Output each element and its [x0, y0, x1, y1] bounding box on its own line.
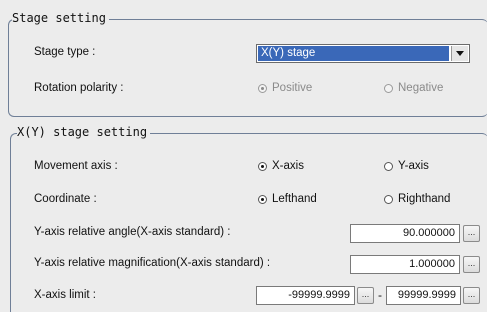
- stage-setting-group: [8, 19, 487, 117]
- y-angle-input[interactable]: 90.000000: [350, 224, 460, 243]
- coordinate-left-radio[interactable]: Lefthand: [258, 193, 317, 205]
- x-limit-max-input[interactable]: 99999.9999: [386, 286, 461, 305]
- movement-x-radio[interactable]: X-axis: [258, 160, 304, 172]
- x-limit-min-input[interactable]: -99999.9999: [256, 286, 355, 305]
- radio-selected-icon: [258, 194, 267, 204]
- stage-type-value: X(Y) stage: [258, 46, 449, 61]
- stage-setting-title: Stage setting: [12, 11, 109, 25]
- y-magnification-ellipsis-button[interactable]: ...: [463, 256, 480, 273]
- y-angle-ellipsis-button[interactable]: ...: [463, 225, 480, 242]
- coordinate-right-radio[interactable]: Righthand: [384, 193, 450, 205]
- x-limit-min-ellipsis-button[interactable]: ...: [357, 287, 374, 304]
- rotation-negative-radio[interactable]: Negative: [384, 82, 443, 94]
- coordinate-left-label: Lefthand: [272, 193, 317, 205]
- movement-axis-label: Movement axis :: [34, 160, 118, 172]
- range-separator: -: [378, 288, 382, 302]
- coordinate-label: Coordinate :: [34, 193, 97, 205]
- radio-unselected-icon: [384, 83, 393, 93]
- y-angle-label: Y-axis relative angle(X-axis standard) :: [34, 226, 231, 238]
- y-magnification-input[interactable]: 1.000000: [350, 255, 460, 274]
- xy-stage-setting-title: X(Y) stage setting: [17, 125, 151, 139]
- x-limit-max-ellipsis-button[interactable]: ...: [463, 287, 480, 304]
- stage-type-label: Stage type :: [34, 46, 96, 58]
- radio-unselected-icon: [384, 161, 393, 171]
- movement-x-label: X-axis: [272, 160, 304, 172]
- coordinate-right-label: Righthand: [398, 193, 451, 205]
- radio-selected-icon: [258, 83, 267, 93]
- rotation-positive-label: Positive: [272, 82, 313, 94]
- movement-y-radio[interactable]: Y-axis: [384, 160, 429, 172]
- radio-selected-icon: [258, 161, 267, 171]
- movement-y-label: Y-axis: [398, 160, 429, 172]
- stage-type-select[interactable]: X(Y) stage: [256, 44, 470, 63]
- rotation-positive-radio[interactable]: Positive: [258, 82, 312, 94]
- y-magnification-label: Y-axis relative magnification(X-axis sta…: [34, 257, 271, 269]
- x-limit-label: X-axis limit :: [34, 289, 96, 301]
- rotation-polarity-label: Rotation polarity :: [34, 82, 124, 94]
- radio-unselected-icon: [384, 194, 393, 204]
- dropdown-arrow-icon[interactable]: [451, 46, 468, 61]
- rotation-negative-label: Negative: [398, 82, 444, 94]
